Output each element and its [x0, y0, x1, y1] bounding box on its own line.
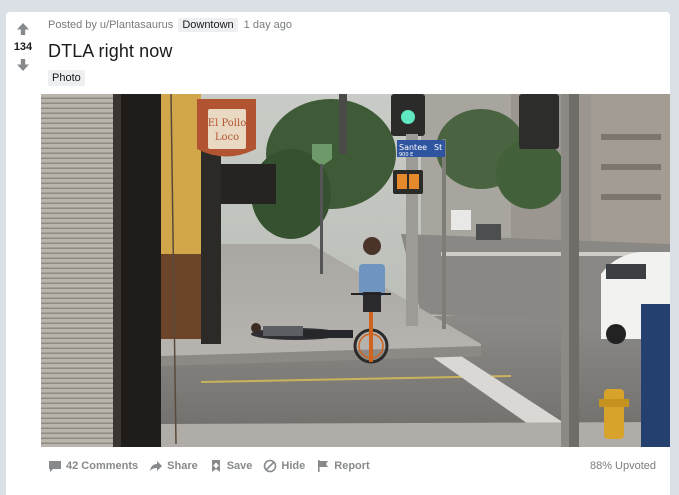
street-photo: El Pollo Loco Santee St 900 E [41, 94, 670, 447]
post-card[interactable]: 134 Posted by u/Plantasaurus Downtown 1 … [6, 12, 670, 495]
share-button[interactable]: Share [149, 459, 198, 473]
post-image[interactable]: El Pollo Loco Santee St 900 E [41, 94, 670, 447]
svg-text:Loco: Loco [215, 132, 239, 143]
post-title[interactable]: DTLA right now [48, 41, 172, 62]
comments-label: 42 Comments [66, 460, 139, 472]
upvote-ratio: 88% Upvoted [589, 460, 656, 472]
share-label: Share [167, 460, 198, 472]
downvote-icon[interactable] [16, 58, 30, 72]
report-label: Report [334, 460, 370, 472]
posted-by-label: Posted by [48, 19, 97, 31]
comment-icon [49, 461, 61, 472]
share-icon [150, 461, 163, 471]
hide-button[interactable]: Hide [263, 459, 305, 473]
post-flair-tag[interactable]: Photo [48, 70, 85, 86]
svg-text:St: St [434, 143, 442, 152]
hide-label: Hide [281, 460, 306, 472]
save-button[interactable]: Save [209, 459, 253, 473]
comments-button[interactable]: 42 Comments [48, 459, 138, 473]
post-meta: Posted by u/Plantasaurus Downtown 1 day … [48, 18, 292, 32]
save-icon [211, 460, 220, 472]
shop-sign-text: El Pollo [208, 118, 246, 129]
hide-icon [264, 459, 277, 473]
report-icon [318, 460, 329, 472]
save-label: Save [226, 460, 253, 472]
svg-text:900 E: 900 E [399, 152, 413, 158]
vote-count: 134 [13, 41, 33, 53]
post-time[interactable]: 1 day ago [244, 19, 292, 31]
post-actions-bar: 42 Comments Share Save Hide Report [48, 459, 381, 473]
report-button[interactable]: Report [316, 459, 370, 473]
author-link[interactable]: u/Plantasaurus [100, 19, 173, 31]
upvote-icon[interactable] [16, 22, 30, 36]
user-flair: Downtown [178, 18, 238, 32]
svg-text:Santee: Santee [399, 143, 427, 152]
